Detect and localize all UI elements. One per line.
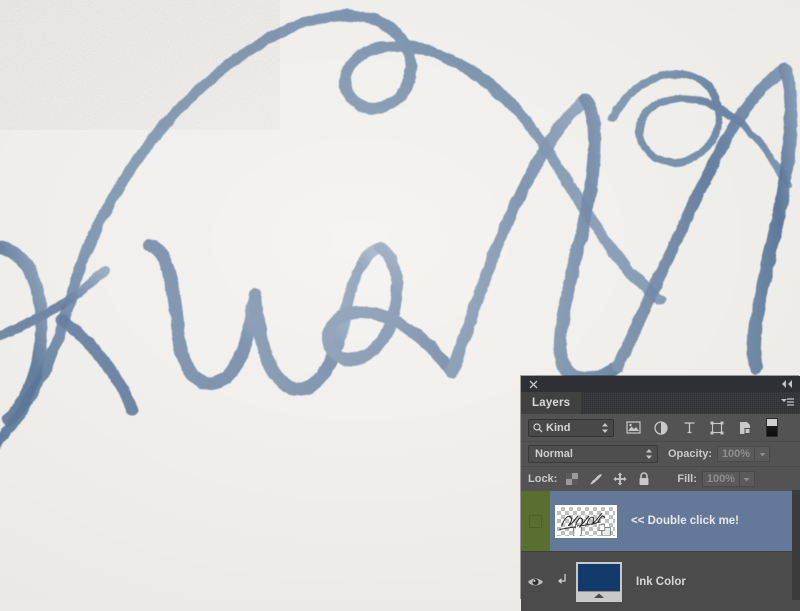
blend-mode-value: Normal <box>535 448 573 460</box>
lock-all-icon[interactable] <box>637 472 651 486</box>
lock-label: Lock: <box>528 473 557 485</box>
clipping-mask-arrow-icon <box>550 573 576 590</box>
fill-value-field[interactable]: 100% <box>702 471 740 487</box>
layer-mask-strip <box>578 591 620 600</box>
filter-smart-object-icon[interactable] <box>737 420 753 436</box>
layers-panel[interactable]: Layers Kind <box>521 376 800 600</box>
layer-visibility-toggle[interactable] <box>521 491 550 551</box>
visibility-highlight-box <box>529 515 542 528</box>
paper-texture <box>0 0 280 130</box>
layer-filter-bar: Kind <box>521 414 800 441</box>
filter-kind-label: Kind <box>546 422 570 434</box>
blend-mode-bar: Normal Opacity: 100% <box>521 441 800 466</box>
filter-type-layers-icon[interactable] <box>681 420 697 436</box>
blend-mode-select[interactable]: Normal <box>528 445 658 463</box>
opacity-value-field[interactable]: 100% <box>717 446 755 462</box>
solid-fill-thumbnail[interactable] <box>576 562 622 602</box>
filter-adjustment-layers-icon[interactable] <box>653 420 669 436</box>
fill-label: Fill: <box>677 473 697 485</box>
thumbnail-lettering-preview <box>557 507 615 538</box>
filter-kind-select[interactable]: Kind <box>528 419 614 437</box>
filter-shape-layers-icon[interactable] <box>709 420 725 436</box>
table-row[interactable]: Ink Color <box>521 551 800 611</box>
layer-thumbnail[interactable] <box>555 505 617 538</box>
filter-pixel-layers-icon[interactable] <box>625 420 641 436</box>
lock-image-pixels-icon[interactable] <box>589 472 603 486</box>
panel-menu-icon[interactable] <box>778 396 796 410</box>
eye-visibility-icon <box>527 576 544 588</box>
transparent-lettering-thumbnail[interactable] <box>555 505 617 538</box>
layer-visibility-toggle[interactable] <box>521 552 550 611</box>
table-row[interactable]: << Double click me! <box>521 491 800 551</box>
panel-tabbar: Layers <box>521 392 800 414</box>
tab-layers[interactable]: Layers <box>521 392 581 414</box>
tab-layers-label: Layers <box>532 397 570 409</box>
layer-list-scrollbar[interactable] <box>792 490 800 600</box>
layer-name[interactable]: << Double click me! <box>631 515 739 527</box>
layer-name[interactable]: Ink Color <box>636 576 686 588</box>
filter-enable-toggle[interactable] <box>766 418 778 437</box>
panel-titlebar <box>521 376 800 392</box>
fill-stepper-icon[interactable] <box>740 471 755 487</box>
lock-bar: Lock: <box>521 466 800 491</box>
opacity-label: Opacity: <box>668 448 712 460</box>
layer-list[interactable]: << Double click me! <box>521 491 800 611</box>
double-arrow-collapse-icon[interactable] <box>780 379 794 389</box>
blend-mode-stepper-icon[interactable] <box>645 448 653 460</box>
search-icon <box>533 423 543 433</box>
layer-thumbnail[interactable] <box>576 562 622 602</box>
thumbnail-corner-box <box>599 524 610 535</box>
lock-transparent-pixels-icon[interactable] <box>565 472 579 486</box>
up-down-stepper-icon[interactable] <box>601 422 609 434</box>
opacity-stepper-icon[interactable] <box>755 446 770 462</box>
lock-position-icon[interactable] <box>613 472 627 486</box>
close-icon[interactable] <box>525 376 541 392</box>
